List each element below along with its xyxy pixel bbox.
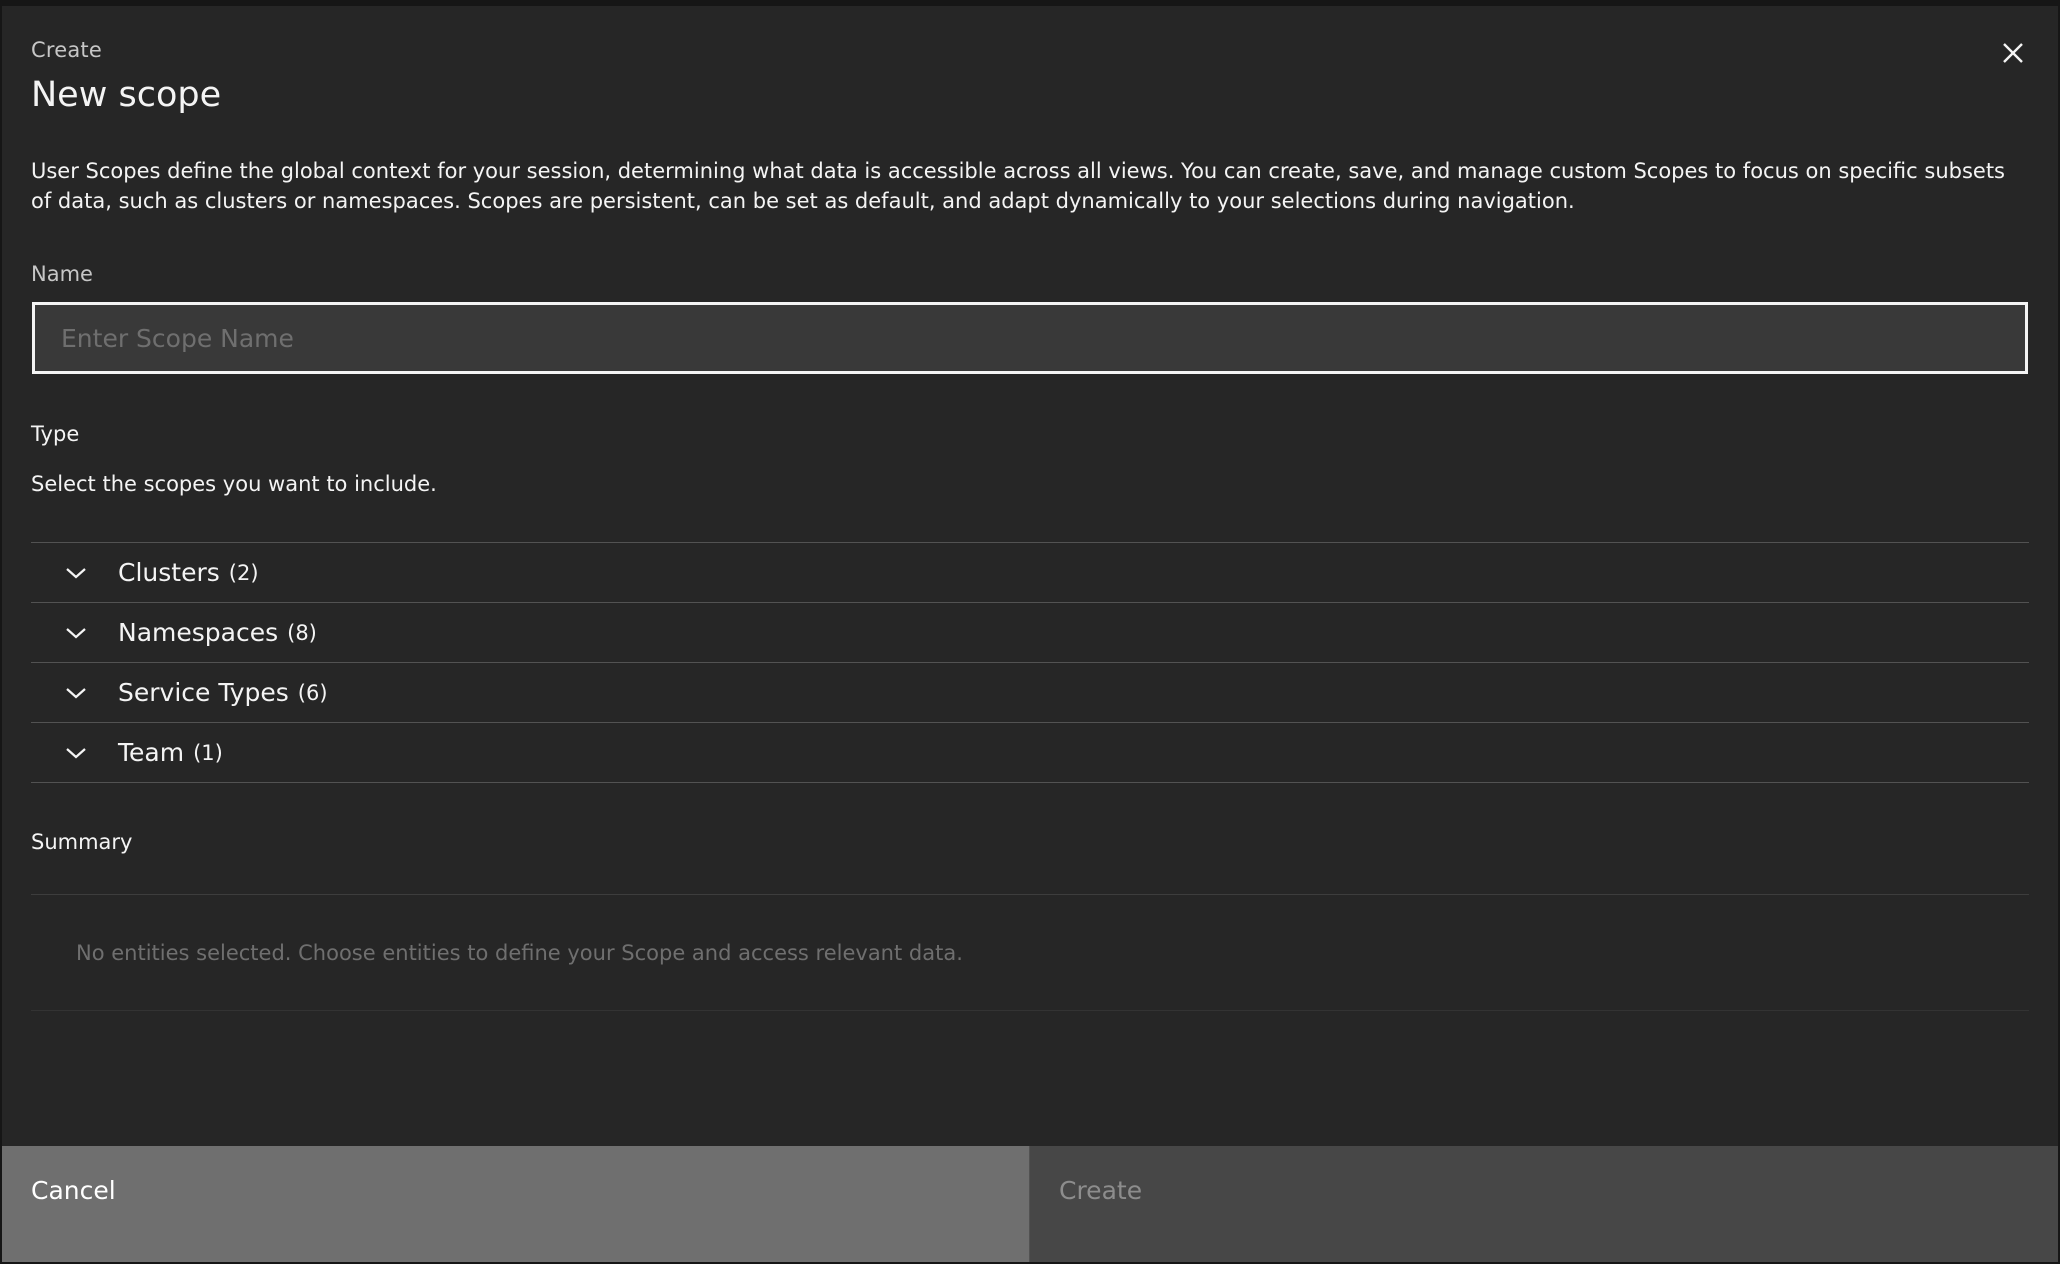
summary-empty-state: No entities selected. Choose entities to… (76, 941, 963, 965)
accordion-title: Clusters (118, 558, 220, 587)
type-label: Type (31, 422, 80, 446)
chevron-down-icon (64, 561, 88, 585)
accordion-count: (2) (228, 560, 259, 585)
close-icon (2003, 43, 2023, 63)
name-label: Name (31, 262, 93, 286)
chevron-down-icon (64, 621, 88, 645)
accordion-title: Team (118, 738, 185, 767)
accordion-count: (6) (297, 680, 328, 705)
summary-label: Summary (31, 830, 133, 854)
accordion-title: Namespaces (118, 618, 279, 647)
chevron-down-icon (64, 741, 88, 765)
accordion-item-namespaces[interactable]: Namespaces (8) (31, 603, 2029, 663)
summary-panel: No entities selected. Choose entities to… (31, 894, 2029, 1011)
close-button[interactable] (1992, 32, 2034, 74)
cancel-button-label: Cancel (31, 1176, 116, 1205)
modal-title: New scope (31, 75, 222, 115)
modal-footer: Cancel Create (2, 1146, 2058, 1262)
accordion-item-team[interactable]: Team (1) (31, 723, 2029, 783)
create-button[interactable]: Create (1030, 1146, 2058, 1262)
create-button-label: Create (1059, 1176, 1143, 1205)
accordion-title: Service Types (118, 678, 289, 707)
accordion-item-service-types[interactable]: Service Types (6) (31, 663, 2029, 723)
accordion-count: (1) (193, 740, 223, 765)
accordion-count: (8) (287, 620, 317, 645)
modal-label: Create (31, 38, 102, 62)
type-helper-text: Select the scopes you want to include. (31, 472, 437, 496)
new-scope-modal: Create New scope User Scopes define the … (2, 6, 2058, 1262)
accordion-item-clusters[interactable]: Clusters (2) (31, 543, 2029, 603)
cancel-button[interactable]: Cancel (2, 1146, 1030, 1262)
chevron-down-icon (64, 681, 88, 705)
scope-type-accordion: Clusters (2) Namespaces (8) Service Type… (31, 542, 2029, 783)
scope-name-input[interactable] (32, 302, 2028, 374)
modal-description: User Scopes define the global context fo… (31, 159, 2005, 213)
